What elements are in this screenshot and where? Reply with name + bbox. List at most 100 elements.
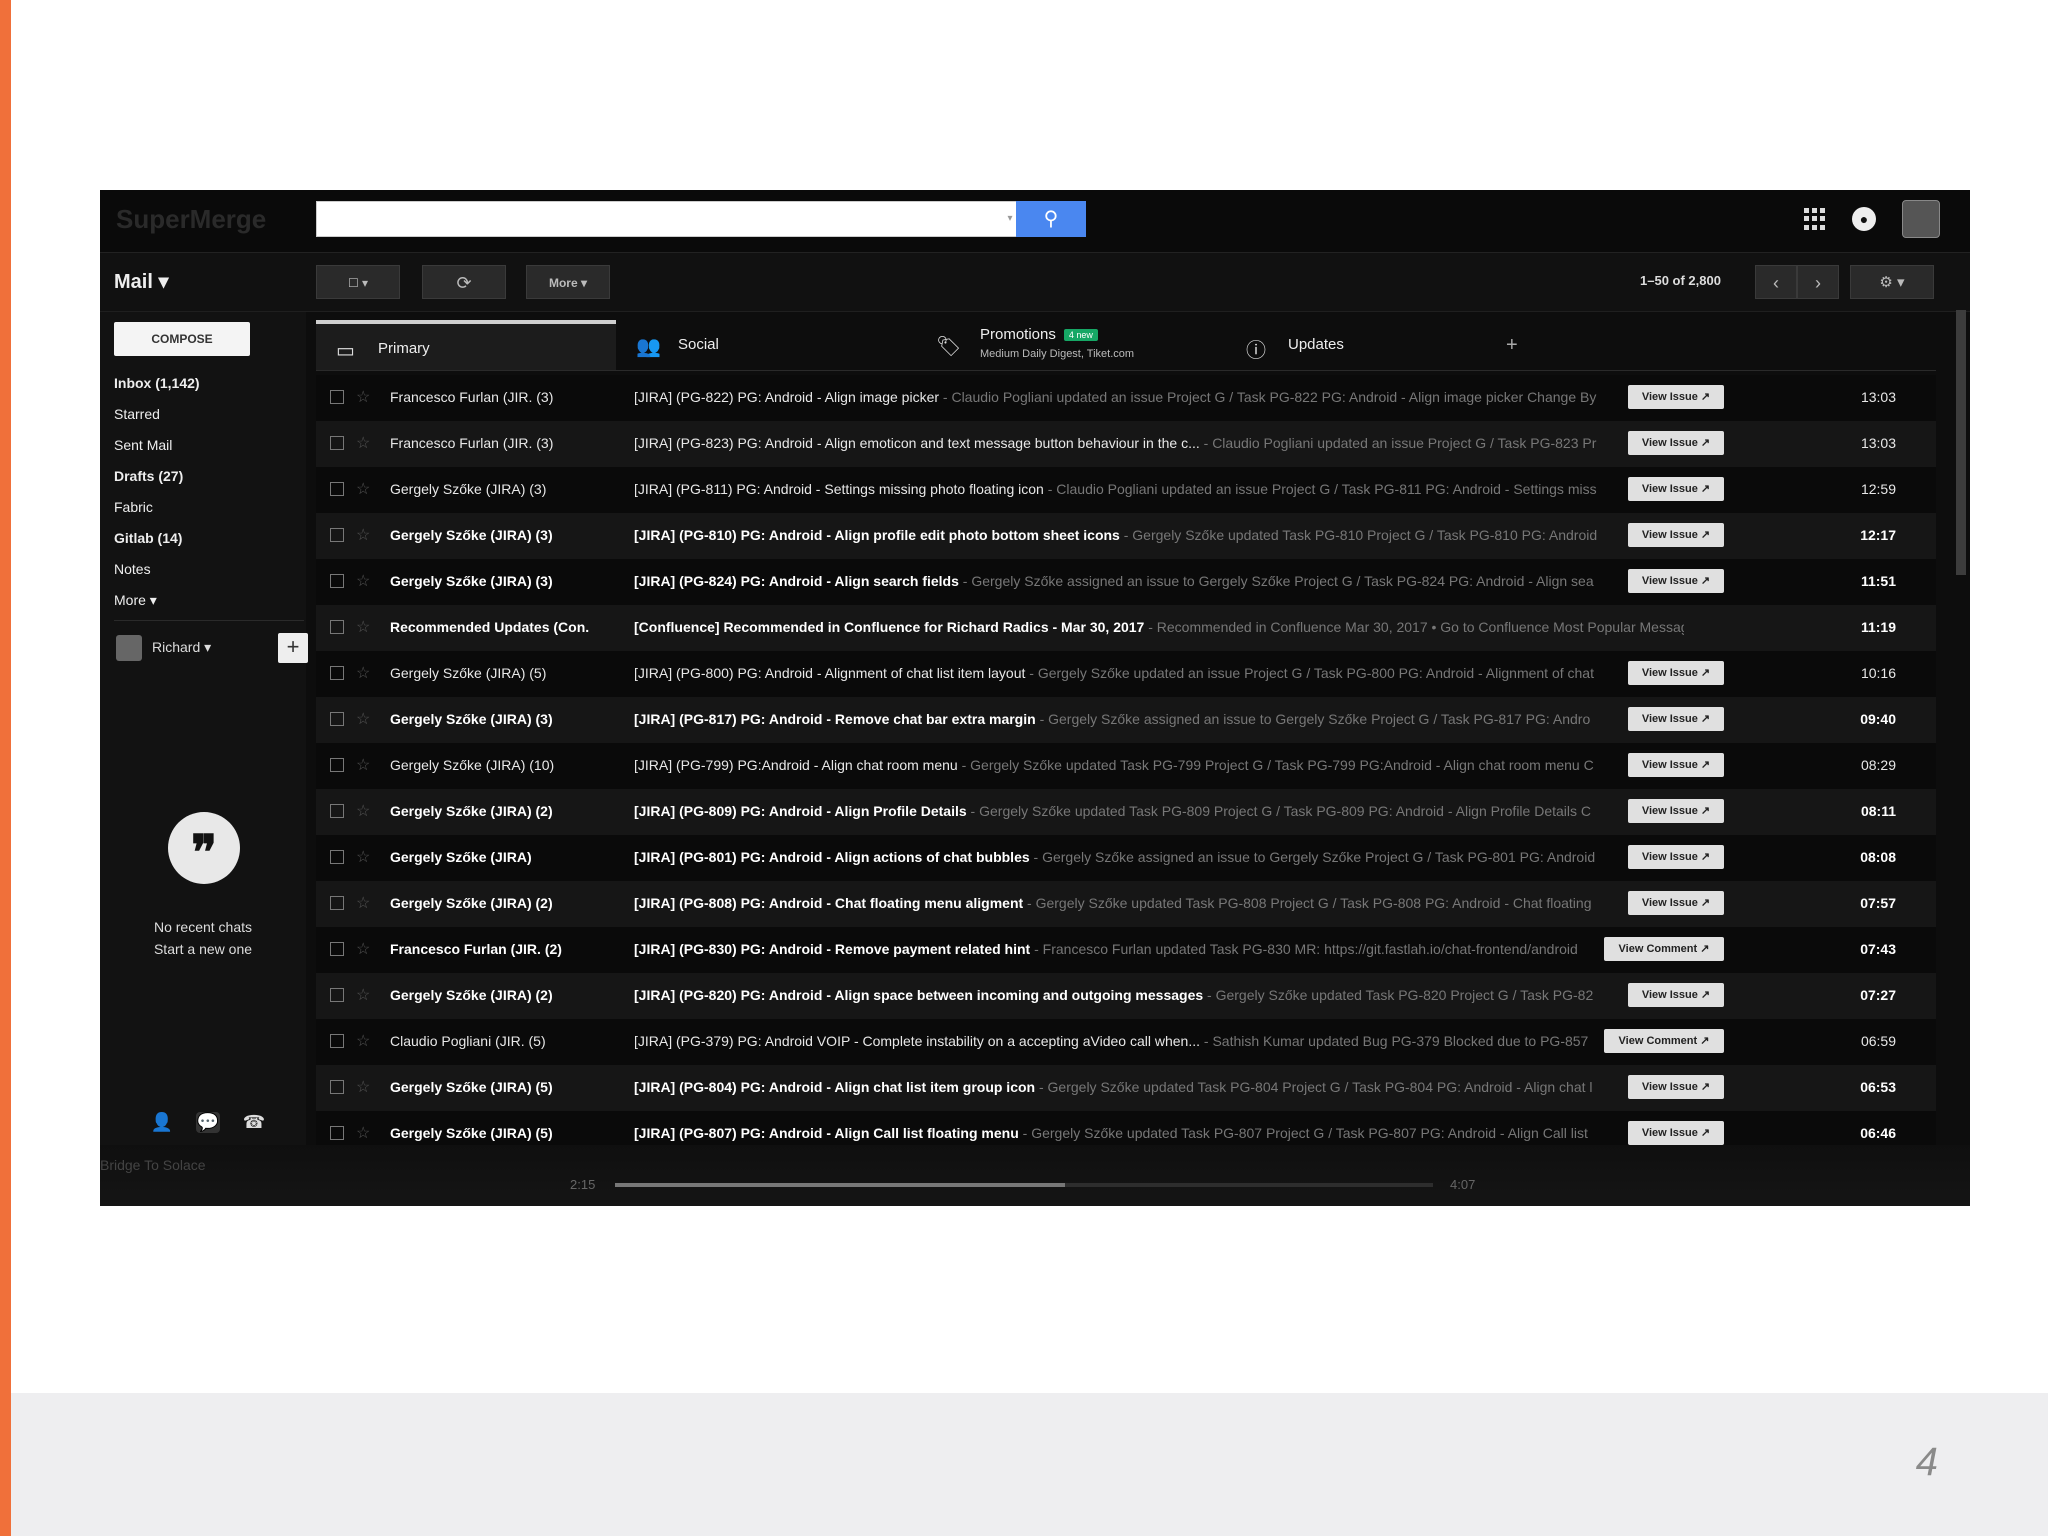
row-checkbox[interactable]	[330, 942, 344, 956]
search-dropdown-icon[interactable]: ▾	[1003, 202, 1017, 236]
row-checkbox[interactable]	[330, 528, 344, 542]
star-icon[interactable]: ☆	[356, 433, 370, 453]
row-checkbox[interactable]	[330, 712, 344, 726]
email-row[interactable]: ☆ Gergely Szőke (JIRA) (3) [JIRA] (PG-817)…	[316, 697, 1936, 744]
chat-icon[interactable]: 💬	[196, 1112, 220, 1133]
hangouts-user-name[interactable]: Richard ▾	[152, 639, 211, 656]
email-row[interactable]: ☆ Gergely Szőke (JIRA) (5) [JIRA] (PG-804)…	[316, 1065, 1936, 1112]
row-checkbox[interactable]	[330, 436, 344, 450]
new-chat-plus-icon[interactable]: +	[278, 633, 308, 663]
star-icon[interactable]: ☆	[356, 985, 370, 1005]
email-row[interactable]: ☆ Francesco Furlan (JIR. (3) [JIRA] (PG-82…	[316, 421, 1936, 468]
prev-page-button[interactable]: ‹	[1755, 265, 1797, 299]
nav-notes[interactable]: Notes	[114, 554, 200, 585]
star-icon[interactable]: ☆	[356, 663, 370, 683]
email-action-button[interactable]: View Issue ↗	[1628, 983, 1724, 1007]
email-action-button[interactable]: View Issue ↗	[1628, 1121, 1724, 1145]
star-icon[interactable]: ☆	[356, 755, 370, 775]
scrollbar[interactable]	[1956, 310, 1966, 575]
row-checkbox[interactable]	[330, 666, 344, 680]
email-row[interactable]: ☆ Claudio Pogliani (JIR. (5) [JIRA] (PG-37…	[316, 1019, 1936, 1066]
nav-drafts[interactable]: Drafts (27)	[114, 461, 200, 492]
row-checkbox[interactable]	[330, 620, 344, 634]
mail-menu[interactable]: Mail ▾	[114, 269, 169, 294]
search-input[interactable]: ▾	[316, 201, 1018, 237]
email-row[interactable]: ☆ Gergely Szőke (JIRA) [JIRA] (PG-801) PG:…	[316, 835, 1936, 882]
start-new-chat[interactable]: Start a new one	[100, 938, 306, 960]
email-row[interactable]: ☆ Gergely Szőke (JIRA) (10) [JIRA] (PG-799…	[316, 743, 1936, 790]
email-action-button[interactable]: View Issue ↗	[1628, 431, 1724, 455]
email-action-button[interactable]: View Issue ↗	[1628, 891, 1724, 915]
player-progress-bar[interactable]	[615, 1183, 1433, 1187]
account-avatar[interactable]	[1902, 200, 1940, 238]
star-icon[interactable]: ☆	[356, 1077, 370, 1097]
add-tab-icon[interactable]: +	[1506, 334, 1518, 357]
phone-icon[interactable]: ☎	[242, 1112, 266, 1133]
star-icon[interactable]: ☆	[356, 709, 370, 729]
row-checkbox[interactable]	[330, 1126, 344, 1140]
email-row[interactable]: ☆ Gergely Szőke (JIRA) (2) [JIRA] (PG-809)…	[316, 789, 1936, 836]
nav-starred[interactable]: Starred	[114, 399, 200, 430]
email-row[interactable]: ☆ Recommended Updates (Con. [Confluence] R…	[316, 605, 1936, 652]
email-action-button[interactable]: View Comment ↗	[1604, 1029, 1724, 1053]
tab-primary[interactable]: ▭ Primary	[316, 320, 616, 370]
email-row[interactable]: ☆ Gergely Szőke (JIRA) (2) [JIRA] (PG-808)…	[316, 881, 1936, 928]
tab-promotions[interactable]: 🏷 Promotions 4 new Medium Daily Digest, T…	[936, 320, 1226, 370]
nav-fabric[interactable]: Fabric	[114, 492, 200, 523]
star-icon[interactable]: ☆	[356, 571, 370, 591]
star-icon[interactable]: ☆	[356, 1031, 370, 1051]
email-row[interactable]: ☆ Francesco Furlan (JIR. (3) [JIRA] (PG-82…	[316, 375, 1936, 422]
nav-gitlab[interactable]: Gitlab (14)	[114, 523, 200, 554]
star-icon[interactable]: ☆	[356, 479, 370, 499]
email-row[interactable]: ☆ Gergely Szőke (JIRA) (2) [JIRA] (PG-820)…	[316, 973, 1936, 1020]
email-action-button[interactable]: View Issue ↗	[1628, 799, 1724, 823]
email-action-button[interactable]: View Issue ↗	[1628, 753, 1724, 777]
row-checkbox[interactable]	[330, 804, 344, 818]
row-checkbox[interactable]	[330, 482, 344, 496]
email-action-button[interactable]: View Comment ↗	[1604, 937, 1724, 961]
tab-social[interactable]: 👥 Social	[616, 320, 906, 370]
row-checkbox[interactable]	[330, 390, 344, 404]
email-action-button[interactable]: View Issue ↗	[1628, 661, 1724, 685]
more-button[interactable]: More ▾	[526, 265, 610, 299]
notifications-icon[interactable]: ●	[1852, 207, 1876, 231]
star-icon[interactable]: ☆	[356, 525, 370, 545]
refresh-button[interactable]: ⟳	[422, 265, 506, 299]
nav-inbox[interactable]: Inbox (1,142)	[114, 368, 200, 399]
star-icon[interactable]: ☆	[356, 893, 370, 913]
row-checkbox[interactable]	[330, 988, 344, 1002]
email-row[interactable]: ☆ Gergely Szőke (JIRA) (5) [JIRA] (PG-800)…	[316, 651, 1936, 698]
row-checkbox[interactable]	[330, 850, 344, 864]
email-action-button[interactable]: View Issue ↗	[1628, 707, 1724, 731]
star-icon[interactable]: ☆	[356, 617, 370, 637]
email-row[interactable]: ☆ Gergely Szőke (JIRA) (3) [JIRA] (PG-824)…	[316, 559, 1936, 606]
select-all-button[interactable]: ☐ ▾	[316, 265, 400, 299]
email-action-button[interactable]: View Issue ↗	[1628, 477, 1724, 501]
email-action-button[interactable]: View Issue ↗	[1628, 569, 1724, 593]
apps-grid-icon[interactable]	[1804, 208, 1826, 230]
search-button[interactable]: ⚲	[1016, 201, 1086, 237]
row-checkbox[interactable]	[330, 758, 344, 772]
star-icon[interactable]: ☆	[356, 801, 370, 821]
email-action-button[interactable]: View Issue ↗	[1628, 523, 1724, 547]
row-checkbox[interactable]	[330, 1034, 344, 1048]
row-checkbox[interactable]	[330, 1080, 344, 1094]
star-icon[interactable]: ☆	[356, 847, 370, 867]
nav-sent[interactable]: Sent Mail	[114, 430, 200, 461]
compose-button[interactable]: COMPOSE	[114, 322, 250, 356]
settings-button[interactable]: ⚙ ▾	[1850, 265, 1934, 299]
star-icon[interactable]: ☆	[356, 387, 370, 407]
row-checkbox[interactable]	[330, 896, 344, 910]
email-row[interactable]: ☆ Gergely Szőke (JIRA) (3) [JIRA] (PG-810)…	[316, 513, 1936, 560]
email-row[interactable]: ☆ Gergely Szőke (JIRA) (3) [JIRA] (PG-811)…	[316, 467, 1936, 514]
star-icon[interactable]: ☆	[356, 1123, 370, 1143]
next-page-button[interactable]: ›	[1797, 265, 1839, 299]
email-action-button[interactable]: View Issue ↗	[1628, 1075, 1724, 1099]
email-row[interactable]: ☆ Francesco Furlan (JIR. (2) [JIRA] (PG-83…	[316, 927, 1936, 974]
email-action-button[interactable]: View Issue ↗	[1628, 845, 1724, 869]
star-icon[interactable]: ☆	[356, 939, 370, 959]
contacts-icon[interactable]: 👤	[150, 1112, 174, 1133]
row-checkbox[interactable]	[330, 574, 344, 588]
nav-more[interactable]: More ▾	[114, 585, 200, 616]
email-action-button[interactable]: View Issue ↗	[1628, 385, 1724, 409]
